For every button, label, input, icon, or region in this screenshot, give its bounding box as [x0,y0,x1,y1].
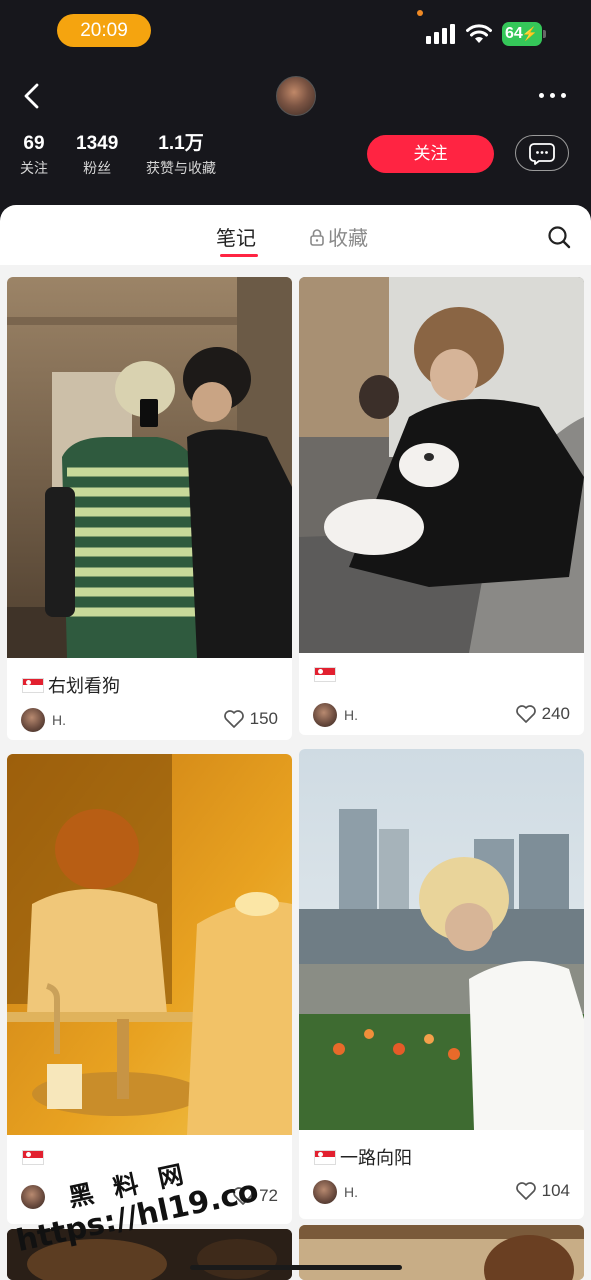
note-cover-image [299,749,584,1130]
heart-icon [515,705,536,723]
status-time: 20:09 [57,14,151,47]
tab-collections-label: 收藏 [328,226,368,250]
more-dots-icon[interactable] [536,85,568,105]
home-indicator [190,1265,402,1270]
author-name: H. [344,707,358,723]
message-button[interactable] [515,135,569,171]
stat-following[interactable]: 69 关注 [20,132,48,178]
note-card[interactable] [299,1225,584,1280]
author-avatar [21,708,45,732]
like-count: 240 [541,704,570,723]
tab-bar: 笔记 收藏 [0,205,591,265]
note-cover-image [7,277,292,658]
battery-tip [543,30,546,38]
note-card[interactable]: H. 240 [299,277,584,735]
lock-icon [310,228,324,246]
signal-icon [426,24,458,44]
author-avatar [313,703,337,727]
stat-following-value: 69 [23,133,45,154]
like-button[interactable]: 104 [515,1181,570,1201]
like-count: 104 [541,1181,570,1200]
stat-likes-value: 1.1万 [158,133,204,154]
note-title-text: 右划看狗 [48,676,120,697]
like-button[interactable]: 240 [515,704,570,724]
note-cover-image [299,277,584,653]
note-title: 右划看狗 [22,672,120,698]
chat-bubble-icon [528,142,555,165]
like-count: 150 [249,709,278,728]
note-cover-image [299,1225,584,1280]
stat-followers-label: 粉丝 [83,161,112,177]
note-title [314,667,336,682]
singapore-flag-icon [314,667,336,682]
like-button[interactable]: 150 [223,709,278,729]
stat-followers-value: 1349 [76,133,119,154]
battery-level: 64 [505,25,523,42]
note-author[interactable]: H. [21,708,66,732]
tab-notes[interactable]: 笔记 [216,222,256,251]
stat-likes-label: 获赞与收藏 [146,161,216,177]
singapore-flag-icon [22,677,44,693]
note-author[interactable]: H. [313,703,358,727]
tab-collections[interactable]: 收藏 [309,222,368,251]
author-avatar [313,1180,337,1204]
tab-active-indicator [220,254,258,257]
stat-followers[interactable]: 1349 粉丝 [76,132,118,178]
heart-icon [223,710,244,728]
follow-button[interactable]: 关注 [367,135,494,173]
note-author[interactable]: H. [313,1180,358,1204]
note-title-text: 一路向阳 [340,1148,412,1169]
singapore-flag-icon [314,1149,336,1165]
note-cover-image [7,754,292,1135]
note-title: 一路向阳 [314,1144,412,1170]
author-name: H. [344,1184,358,1200]
stat-following-label: 关注 [20,161,48,177]
wifi-icon [466,24,492,43]
privacy-indicator-dot [417,10,423,16]
status-bar: 20:09 64 ⚡ [0,0,591,60]
author-name: H. [52,712,66,728]
stat-likes-collections[interactable]: 1.1万 获赞与收藏 [146,132,216,178]
heart-icon [515,1182,536,1200]
search-icon[interactable] [547,225,571,249]
battery-indicator: 64 ⚡ [502,22,542,46]
note-card[interactable]: 一路向阳 H. 104 [299,749,584,1219]
avatar[interactable] [276,76,316,116]
note-card[interactable]: 右划看狗 H. 150 [7,277,292,740]
back-arrow-icon[interactable] [18,80,48,112]
